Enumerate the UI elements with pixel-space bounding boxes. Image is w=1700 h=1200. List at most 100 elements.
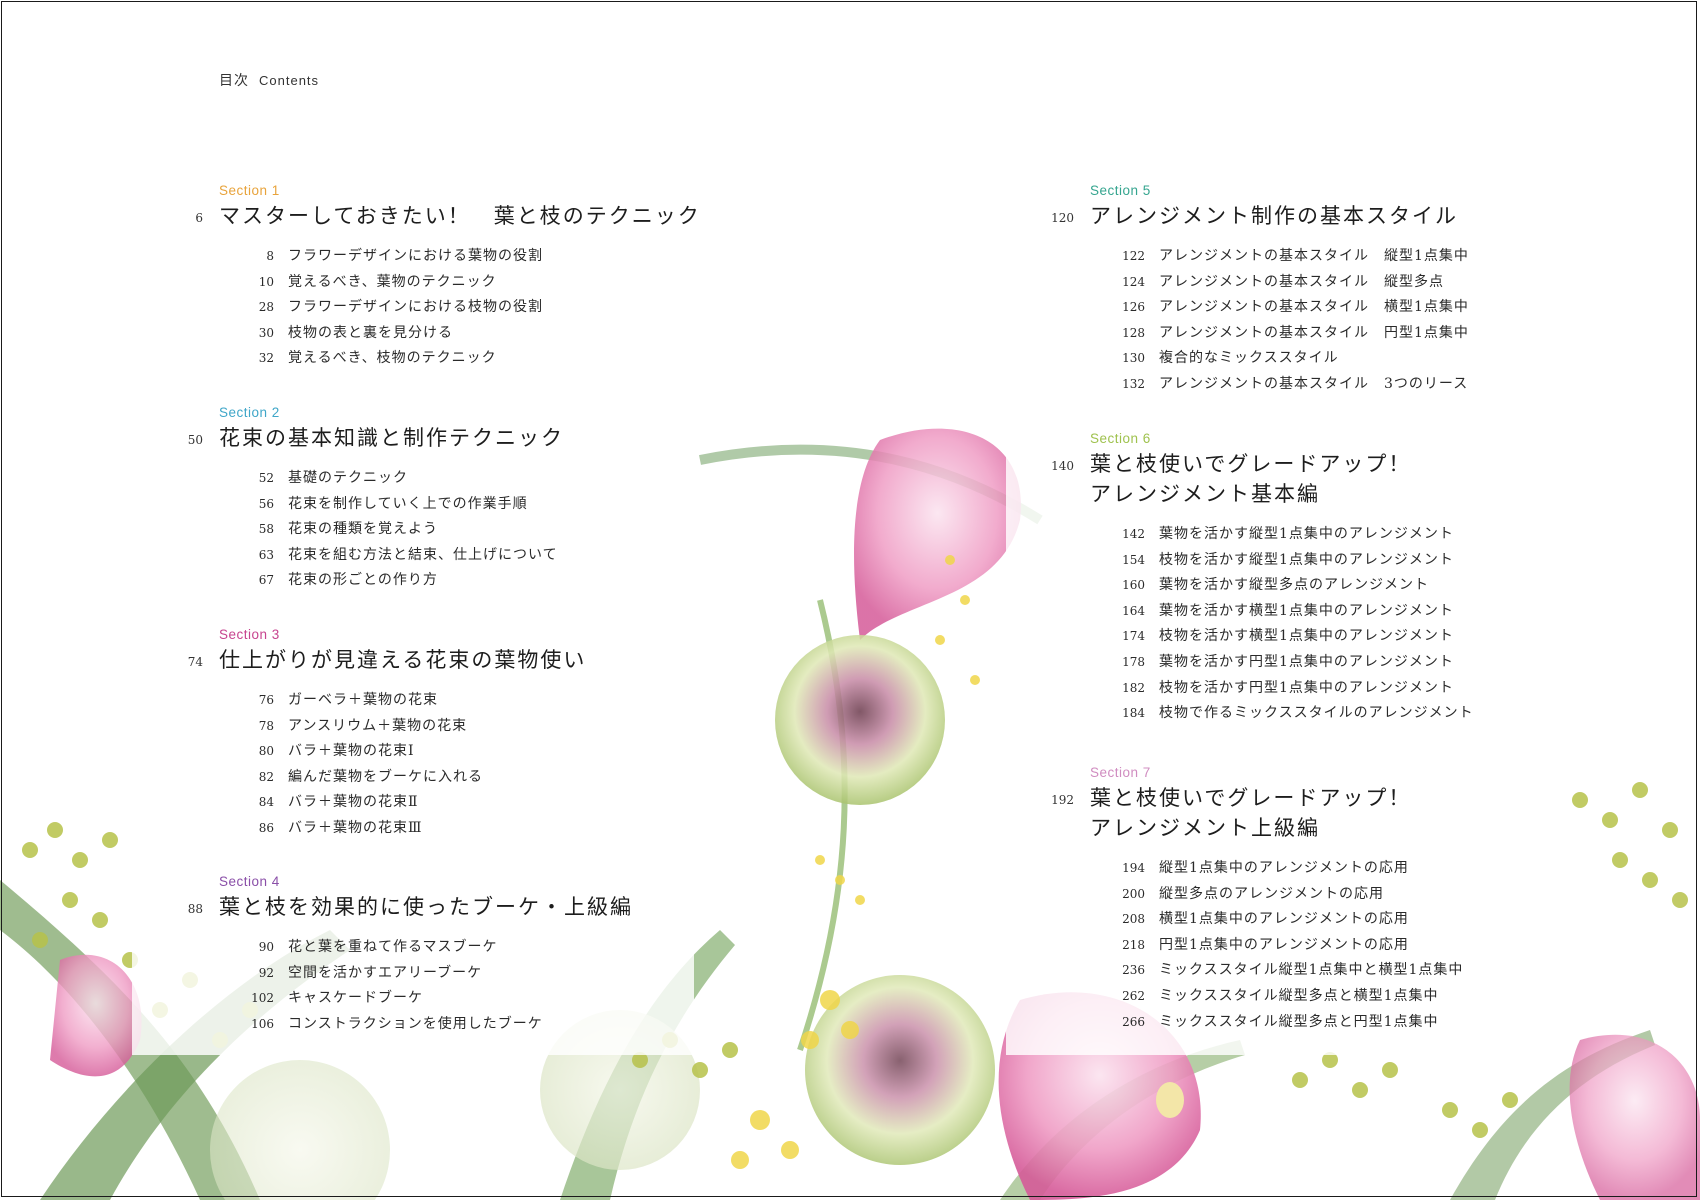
item-title: 葉物を活かす縦型多点のアレンジメント	[1159, 577, 1429, 594]
toc-item[interactable]: 106 コンストラクションを使用したブーケ	[244, 1012, 633, 1038]
toc-item[interactable]: 102 キャスケードブーケ	[244, 986, 633, 1012]
toc-item[interactable]: 67 花束の形ごとの作り方	[244, 568, 564, 594]
item-page-number: 90	[258, 940, 274, 954]
toc-item[interactable]: 194 縦型1点集中のアレンジメントの応用	[1115, 856, 1463, 882]
section-title[interactable]: 花束の基本知識と制作テクニック	[219, 423, 564, 453]
toc-item[interactable]: 142 葉物を活かす縦型1点集中のアレンジメント	[1115, 522, 1474, 548]
item-title: 複合的なミックススタイル	[1159, 350, 1339, 367]
item-title: ミックススタイル縦型多点と円型1点集中	[1159, 1013, 1439, 1030]
section-item-list: 8 フラワーデザインにおける葉物の役割 10 覚えるべき、葉物のテクニック 28 フラ…	[244, 244, 701, 372]
toc-item[interactable]: 56 花束を制作していく上での作業手順	[244, 492, 564, 518]
item-page-number: 84	[258, 795, 274, 810]
item-page-number: 124	[1122, 274, 1145, 289]
item-title: ミックススタイル縦型多点と横型1点集中	[1159, 987, 1439, 1004]
toc-item[interactable]: 78 アンスリウム＋葉物の花束	[244, 714, 586, 740]
item-page-number: 178	[1122, 654, 1145, 669]
toc-item[interactable]: 174 枝物を活かす横型1点集中のアレンジメント	[1115, 624, 1474, 650]
toc-item[interactable]: 30 枝物の表と裏を見分ける	[244, 321, 701, 347]
toc-item[interactable]: 128 アレンジメントの基本スタイル 円型1点集中	[1115, 321, 1469, 347]
toc-item[interactable]: 124 アレンジメントの基本スタイル 縦型多点	[1115, 270, 1469, 296]
section-title[interactable]: 仕上がりが見違える花束の葉物使い	[219, 645, 586, 675]
item-title: 枝物を活かす横型1点集中のアレンジメント	[1159, 628, 1454, 645]
item-page-number: 142	[1122, 527, 1145, 541]
item-page-number: 164	[1122, 603, 1145, 618]
toc-item[interactable]: 132 アレンジメントの基本スタイル 3つのリース	[1115, 372, 1469, 398]
item-title: 空間を活かすエアリーブーケ	[288, 964, 483, 981]
toc-item[interactable]: 86 バラ＋葉物の花束Ⅲ	[244, 816, 586, 842]
toc-item[interactable]: 76 ガーベラ＋葉物の花束	[244, 688, 586, 714]
item-page-number: 126	[1122, 300, 1145, 315]
toc-item[interactable]: 218 円型1点集中のアレンジメントの応用	[1115, 933, 1463, 959]
toc-item[interactable]: 28 フラワーデザインにおける枝物の役割	[244, 295, 701, 321]
item-title: バラ＋葉物の花束Ⅲ	[288, 819, 423, 836]
toc-item[interactable]: 154 枝物を活かす縦型1点集中のアレンジメント	[1115, 548, 1474, 574]
toc-item[interactable]: 178 葉物を活かす円型1点集中のアレンジメント	[1115, 650, 1474, 676]
toc-item[interactable]: 8 フラワーデザインにおける葉物の役割	[244, 244, 701, 270]
item-title: 花束を組む方法と結束、仕上げについて	[288, 546, 558, 563]
item-title: 円型1点集中のアレンジメントの応用	[1159, 936, 1409, 953]
item-title: コンストラクションを使用したブーケ	[288, 1015, 543, 1032]
toc-section-4: Section 4 88 葉と枝を効果的に使ったブーケ・上級編 90 花と葉を重ね…	[188, 874, 633, 1038]
toc-item[interactable]: 10 覚えるべき、葉物のテクニック	[244, 270, 701, 296]
section-label: Section 7	[1090, 765, 1151, 780]
item-page-number: 78	[258, 718, 274, 733]
toc-item[interactable]: 236 ミックススタイル縦型1点集中と横型1点集中	[1115, 958, 1463, 984]
section-label: Section 2	[219, 405, 280, 420]
toc-item[interactable]: 182 枝物を活かす円型1点集中のアレンジメント	[1115, 676, 1474, 702]
toc-item[interactable]: 90 花と葉を重ねて作るマスブーケ	[244, 935, 633, 961]
item-title: 花束の種類を覚えよう	[288, 521, 438, 538]
item-page-number: 122	[1122, 249, 1145, 263]
section-label: Section 3	[219, 627, 280, 642]
toc-item[interactable]: 130 複合的なミックススタイル	[1115, 346, 1469, 372]
toc-item[interactable]: 266 ミックススタイル縦型多点と円型1点集中	[1115, 1010, 1463, 1036]
item-page-number: 52	[258, 471, 274, 485]
section-title[interactable]: 葉と枝を効果的に使ったブーケ・上級編	[219, 892, 633, 922]
item-page-number: 63	[258, 547, 274, 562]
item-page-number: 67	[258, 573, 274, 588]
item-title: 枝物を活かす円型1点集中のアレンジメント	[1159, 679, 1454, 696]
item-title: 葉物を活かす縦型1点集中のアレンジメント	[1159, 526, 1454, 542]
toc-section-5: Section 5 120 アレンジメント制作の基本スタイル 122 アレンジメン…	[1051, 183, 1469, 398]
toc-item[interactable]: 32 覚えるべき、枝物のテクニック	[244, 346, 701, 372]
toc-item[interactable]: 84 バラ＋葉物の花束Ⅱ	[244, 790, 586, 816]
toc-item[interactable]: 82 編んだ葉物をブーケに入れる	[244, 765, 586, 791]
section-label: Section 4	[219, 874, 280, 889]
item-title: 覚えるべき、枝物のテクニック	[288, 350, 497, 367]
item-title: フラワーデザインにおける枝物の役割	[288, 299, 543, 316]
toc-item[interactable]: 262 ミックススタイル縦型多点と横型1点集中	[1115, 984, 1463, 1010]
toc-item[interactable]: 52 基礎のテクニック	[244, 466, 564, 492]
item-title: ガーベラ＋葉物の花束	[288, 692, 438, 708]
toc-item[interactable]: 208 横型1点集中のアレンジメントの応用	[1115, 907, 1463, 933]
item-page-number: 236	[1122, 963, 1145, 978]
item-title: 覚えるべき、葉物のテクニック	[288, 273, 497, 290]
toc-item[interactable]: 126 アレンジメントの基本スタイル 横型1点集中	[1115, 295, 1469, 321]
toc-item[interactable]: 184 枝物で作るミックススタイルのアレンジメント	[1115, 701, 1474, 727]
toc-item[interactable]: 58 花束の種類を覚えよう	[244, 517, 564, 543]
toc-item[interactable]: 63 花束を組む方法と結束、仕上げについて	[244, 543, 564, 569]
item-page-number: 56	[258, 496, 274, 511]
item-page-number: 128	[1122, 325, 1145, 340]
item-title: 葉物を活かす円型1点集中のアレンジメント	[1159, 653, 1454, 670]
section-page-number: 74	[187, 655, 203, 669]
section-title[interactable]: マスターしておきたい！ 葉と枝のテクニック	[219, 201, 701, 231]
section-title-line2[interactable]: アレンジメント上級編	[1090, 813, 1463, 843]
item-title: アレンジメントの基本スタイル 円型1点集中	[1159, 324, 1469, 341]
item-page-number: 218	[1122, 937, 1145, 952]
section-title[interactable]: 葉と枝使いでグレードアップ！	[1090, 449, 1474, 479]
item-page-number: 266	[1122, 1014, 1145, 1029]
item-title: アレンジメントの基本スタイル 縦型1点集中	[1159, 248, 1469, 264]
section-page-number: 88	[187, 902, 203, 916]
section-title-line2[interactable]: アレンジメント基本編	[1090, 479, 1474, 509]
item-page-number: 86	[258, 820, 274, 835]
toc-item[interactable]: 122 アレンジメントの基本スタイル 縦型1点集中	[1115, 244, 1469, 270]
section-title[interactable]: アレンジメント制作の基本スタイル	[1090, 201, 1469, 231]
toc-item[interactable]: 80 バラ＋葉物の花束Ⅰ	[244, 739, 586, 765]
item-title: アレンジメントの基本スタイル 横型1点集中	[1159, 299, 1469, 316]
item-title: 花と葉を重ねて作るマスブーケ	[288, 939, 498, 955]
toc-item[interactable]: 160 葉物を活かす縦型多点のアレンジメント	[1115, 573, 1474, 599]
toc-item[interactable]: 200 縦型多点のアレンジメントの応用	[1115, 882, 1463, 908]
section-title[interactable]: 葉と枝使いでグレードアップ！	[1090, 783, 1463, 813]
toc-item[interactable]: 164 葉物を活かす横型1点集中のアレンジメント	[1115, 599, 1474, 625]
toc-item[interactable]: 92 空間を活かすエアリーブーケ	[244, 961, 633, 987]
section-label: Section 1	[219, 183, 280, 198]
